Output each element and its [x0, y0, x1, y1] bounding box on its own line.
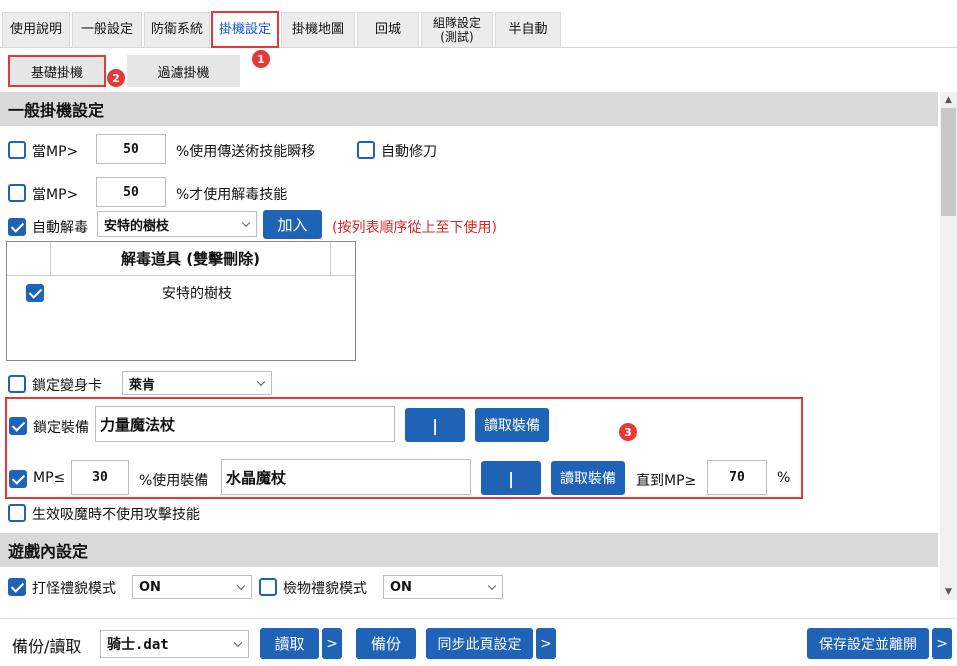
auto-cure-label: 自動解毒: [32, 220, 88, 236]
cure-item-table: 解毒道具 (雙擊刪除) 安特的樹枝: [6, 241, 356, 361]
pick-polite-label: 檢物禮貌模式: [283, 581, 367, 597]
backup-button[interactable]: 備份: [356, 628, 416, 659]
section-title: 遊戲內設定: [8, 542, 89, 561]
save-and-exit-button[interactable]: 保存設定並離開: [807, 628, 929, 659]
until-mp-pct-label: %: [777, 470, 791, 486]
mp-equip-threshold-input[interactable]: 30: [71, 460, 129, 495]
section-header-general-hang: 一般掛機設定: [0, 92, 938, 126]
subtab-basic-hang[interactable]: 基礎掛機: [8, 55, 106, 87]
tab-hang-map[interactable]: 掛機地圖: [281, 12, 355, 47]
tab-usage[interactable]: 使用說明: [2, 12, 70, 47]
tele-mp-input[interactable]: 50: [96, 134, 166, 164]
tab-general[interactable]: 一般設定: [72, 12, 142, 47]
fight-polite-label: 打怪禮貌模式: [32, 581, 116, 597]
annotation-badge-3: 3: [619, 423, 637, 441]
table-header: 解毒道具 (雙擊刪除): [7, 242, 355, 276]
add-cure-button[interactable]: 加入: [263, 210, 322, 239]
fight-polite-select[interactable]: ON: [132, 575, 252, 599]
mp-equip-pick-button[interactable]: |: [481, 461, 541, 495]
until-mp-label: 直到MP≥: [636, 473, 697, 489]
pick-polite-select[interactable]: ON: [383, 575, 503, 599]
poison-prefix-label: 當MP>: [32, 187, 79, 203]
cure-order-hint: (按列表順序從上至下使用): [332, 220, 497, 236]
annotation-badge-1: 1: [252, 50, 270, 68]
subtab-filter-hang[interactable]: 過濾掛機: [127, 55, 240, 87]
morph-card-select-value: 萊肯: [129, 377, 156, 393]
chevron-down-icon: [236, 581, 246, 591]
table-header-cure-item: 解毒道具 (雙擊刪除): [51, 242, 331, 275]
cure-row-name: 安特的樹枝: [162, 286, 232, 302]
tele-suffix-label: %使用傳送術技能瞬移: [176, 144, 316, 160]
section-header-in-game: 遊戲內設定: [0, 533, 938, 567]
mp-equip-input[interactable]: 水晶魔杖: [221, 459, 471, 495]
lock-equip-pick-button[interactable]: |: [405, 408, 465, 442]
load-more-button[interactable]: >: [322, 628, 342, 659]
scroll-down-icon[interactable]: ▼: [940, 584, 957, 600]
sync-more-button[interactable]: >: [536, 628, 556, 659]
poison-mp-input[interactable]: 50: [96, 177, 166, 207]
chevron-down-icon: [241, 218, 251, 228]
auto-cut-checkbox[interactable]: [357, 141, 375, 159]
poison-checkbox[interactable]: [8, 184, 26, 202]
tab-return-town[interactable]: 回城: [357, 12, 419, 47]
chevron-down-icon: [256, 377, 266, 387]
tab-hang-settings[interactable]: 掛機設定: [211, 11, 279, 48]
mp-equip-checkbox[interactable]: [9, 470, 27, 488]
backup-file-select[interactable]: 骑士.dat: [100, 630, 249, 658]
morph-card-select[interactable]: 萊肯: [122, 371, 272, 395]
no-attack-label: 生效吸魔時不使用攻擊技能: [32, 507, 200, 523]
scrollbar-thumb[interactable]: [941, 108, 956, 216]
pick-polite-checkbox[interactable]: [259, 578, 277, 596]
pick-polite-select-value: ON: [390, 579, 412, 595]
mp-equip-read-button[interactable]: 讀取裝備: [551, 461, 625, 495]
poison-suffix-label: %才使用解毒技能: [176, 187, 288, 203]
annotation-badge-2: 2: [107, 69, 125, 87]
cure-row-checkbox[interactable]: [26, 284, 44, 302]
fight-polite-select-value: ON: [139, 579, 161, 595]
footer-divider: [0, 618, 957, 619]
backup-file-select-value: 骑士.dat: [107, 637, 169, 653]
table-row[interactable]: 安特的樹枝: [7, 280, 355, 304]
sync-page-settings-button[interactable]: 同步此頁設定: [426, 628, 533, 659]
cure-item-select-value: 安特的樹枝: [104, 218, 170, 234]
lock-equip-read-button[interactable]: 讀取裝備: [475, 408, 549, 442]
cure-item-select[interactable]: 安特的樹枝: [97, 211, 257, 237]
morph-card-checkbox[interactable]: [8, 375, 26, 393]
backup-load-label: 備份/讀取: [12, 637, 82, 656]
section-title: 一般掛機設定: [8, 101, 105, 120]
auto-cut-label: 自動修刀: [381, 144, 437, 160]
no-attack-checkbox[interactable]: [8, 504, 26, 522]
lock-equip-checkbox[interactable]: [9, 417, 27, 435]
tele-prefix-label: 當MP>: [32, 144, 79, 160]
lock-equip-label: 鎖定裝備: [33, 420, 89, 436]
lock-equip-input[interactable]: 力量魔法杖: [95, 406, 395, 442]
morph-card-label: 鎖定變身卡: [32, 378, 102, 394]
vertical-scrollbar[interactable]: ▲ ▼: [940, 92, 957, 600]
tele-checkbox[interactable]: [8, 141, 26, 159]
tab-defense[interactable]: 防衛系統: [144, 12, 210, 47]
mp-equip-prefix-label: MP≤: [33, 470, 66, 486]
mp-equip-mid-label: %使用裝備: [139, 473, 209, 489]
tab-party[interactable]: 組隊設定 (測試): [421, 12, 493, 47]
fight-polite-checkbox[interactable]: [8, 578, 26, 596]
scroll-up-icon[interactable]: ▲: [940, 92, 957, 108]
auto-cure-checkbox[interactable]: [8, 218, 26, 236]
chevron-down-icon: [487, 581, 497, 591]
tab-semi-auto[interactable]: 半自動: [495, 12, 561, 47]
until-mp-input[interactable]: 70: [707, 460, 767, 495]
save-more-button[interactable]: >: [932, 628, 952, 659]
chevron-down-icon: [233, 638, 243, 648]
load-button[interactable]: 讀取: [260, 628, 319, 659]
main-tab-bar: 使用說明 一般設定 防衛系統 掛機設定 掛機地圖 回城 組隊設定 (測試) 半自…: [0, 11, 957, 48]
